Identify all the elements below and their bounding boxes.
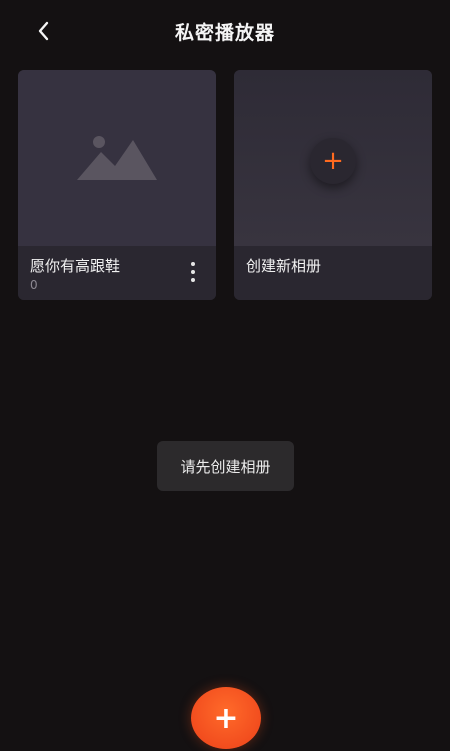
create-album-label: 创建新相册 [246,257,322,275]
album-grid: 愿你有高跟鞋 0 + 创建新相册 [18,70,433,300]
plus-icon: + [322,146,344,176]
back-button[interactable] [28,16,58,46]
add-album-button[interactable]: + [310,138,356,184]
album-card[interactable]: 愿你有高跟鞋 0 [18,70,216,300]
album-cover[interactable] [18,70,216,246]
private-player-screen: 私密播放器 愿你有高跟鞋 0 + 创建新相册 请先创建相册 + [0,0,450,751]
page-title: 私密播放器 [174,21,275,44]
image-placeholder-icon [77,136,157,180]
top-bar: 私密播放器 [0,0,450,62]
more-vertical-icon[interactable] [188,262,198,286]
create-album-cover[interactable]: + [234,70,432,246]
toast-message: 请先创建相册 [157,441,294,491]
add-fab-button[interactable]: + [191,687,261,749]
album-name: 愿你有高跟鞋 [30,257,121,275]
album-info: 愿你有高跟鞋 0 [18,246,216,300]
plus-icon: + [213,700,239,736]
create-album-info: 创建新相册 [234,246,432,300]
album-count: 0 [30,278,38,292]
chevron-left-icon [38,21,49,41]
create-album-card[interactable]: + 创建新相册 [234,70,432,300]
